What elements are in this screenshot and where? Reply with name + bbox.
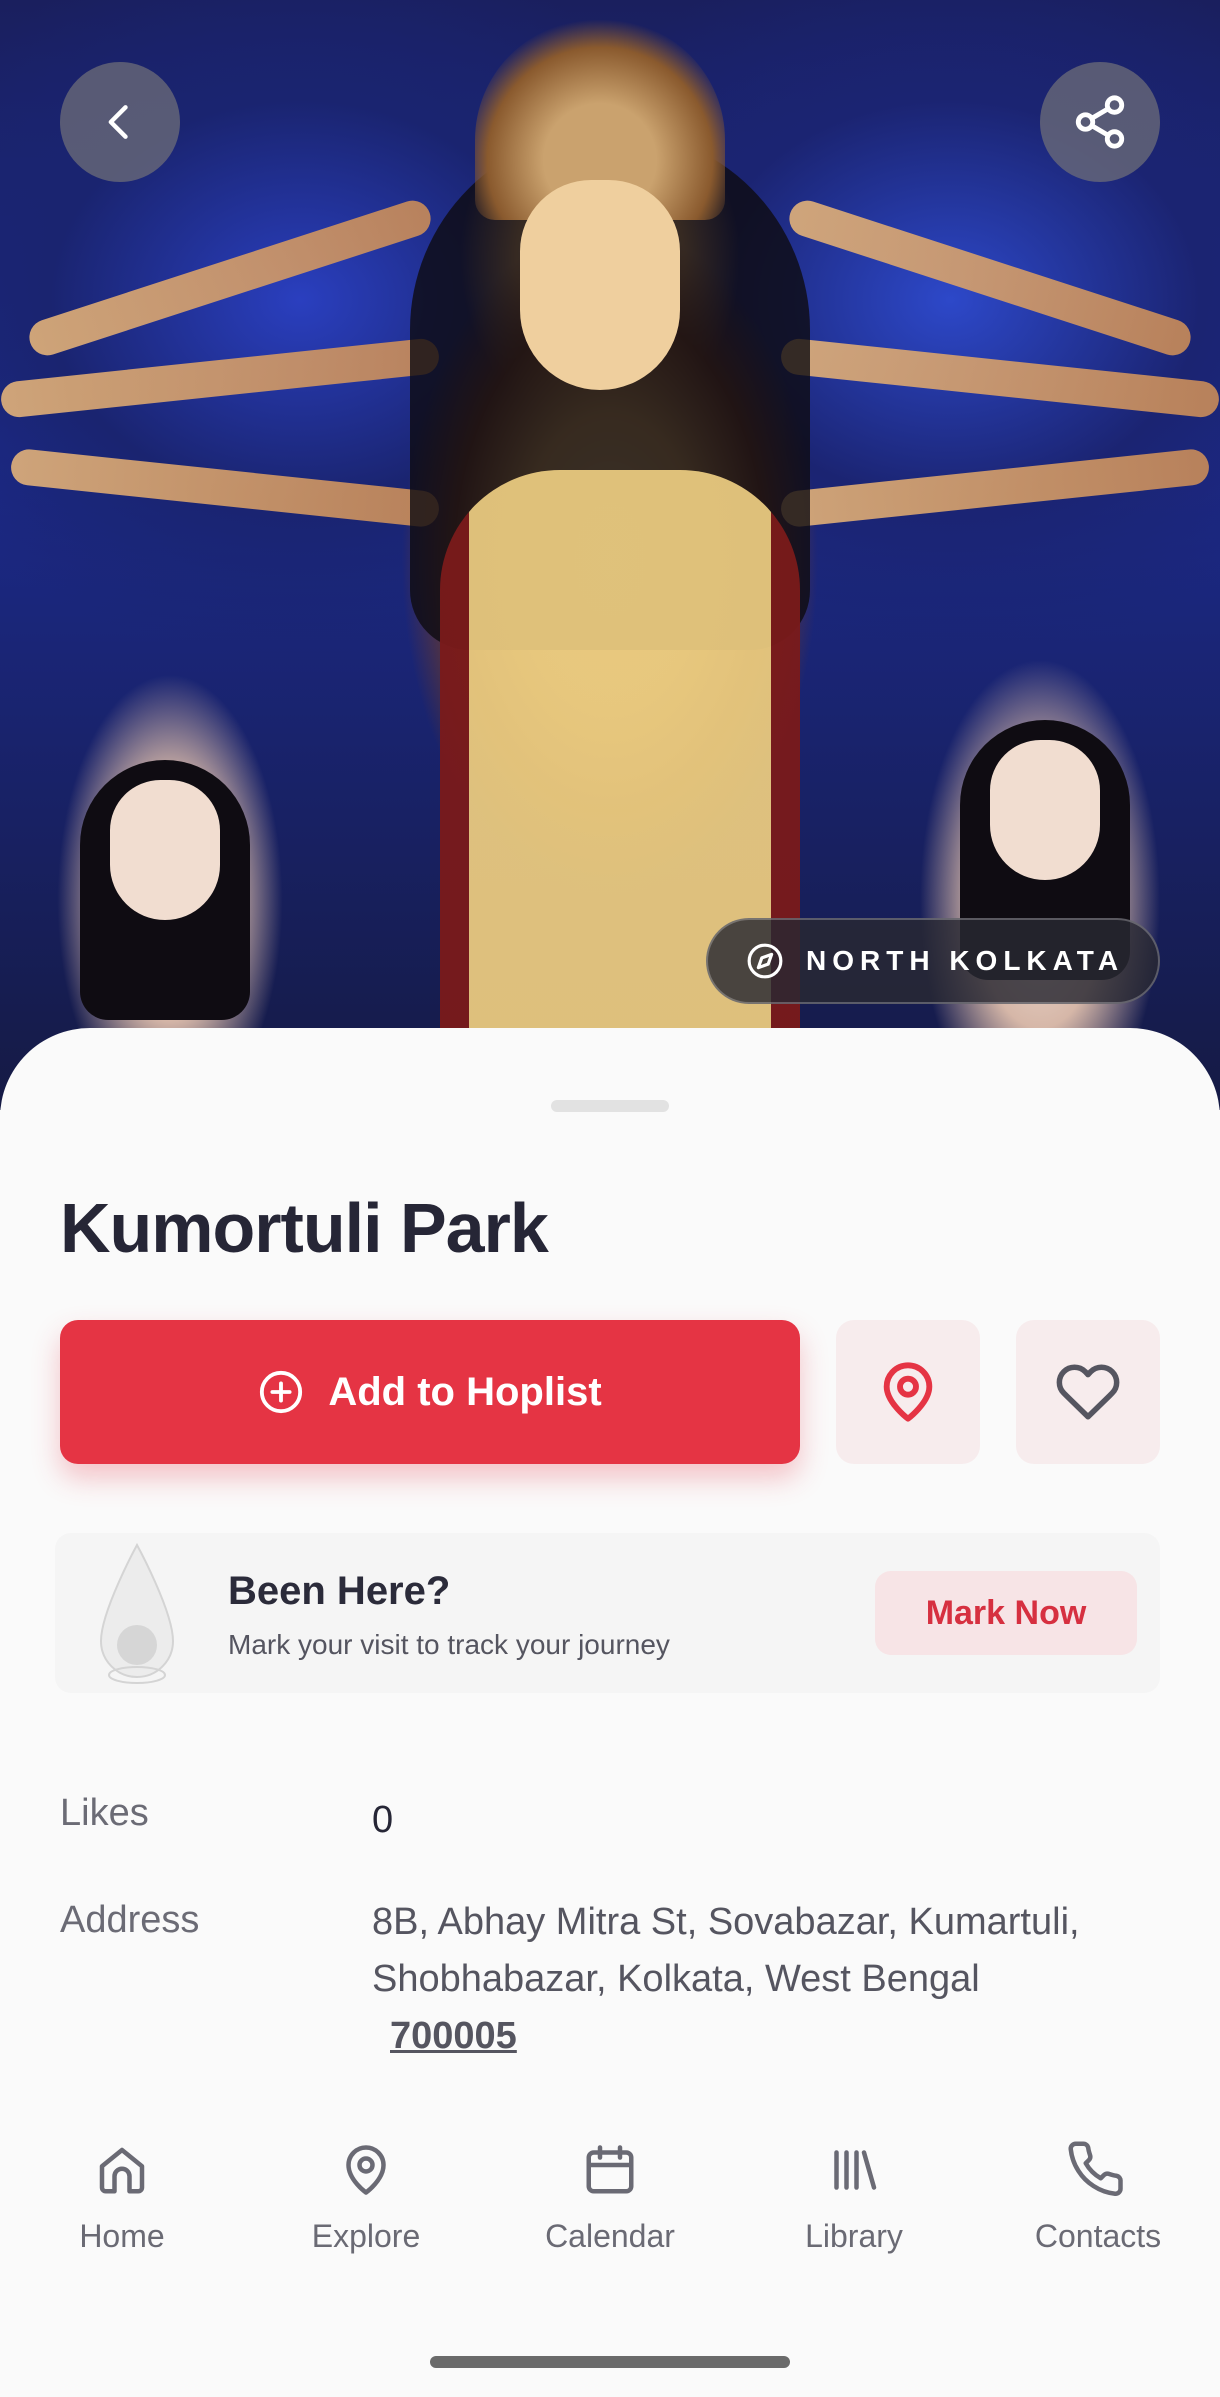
address-value: 8B, Abhay Mitra St, Sovabazar, Kumartuli… (372, 1894, 1172, 2065)
share-button[interactable] (1040, 62, 1160, 182)
home-icon (99, 2147, 145, 2194)
nav-item-calendar[interactable]: Calendar (488, 2140, 732, 2290)
library-icon (834, 2150, 877, 2190)
hero-image: NORTH KOLKATA (0, 0, 1220, 1110)
nav-item-contacts[interactable]: Contacts (976, 2140, 1220, 2290)
region-label: NORTH KOLKATA (806, 945, 1125, 976)
nav-item-home[interactable]: Home (0, 2140, 244, 2290)
been-here-card: Been Here? Mark your visit to track your… (55, 1533, 1160, 1693)
compass-icon (747, 943, 783, 979)
been-here-subtitle: Mark your visit to track your journey (228, 1629, 670, 1660)
phone-icon (1068, 2141, 1123, 2196)
location-button[interactable] (836, 1320, 980, 1464)
bottom-nav: Home Explore Calendar Library Contacts (0, 2140, 1220, 2290)
nav-label-explore: Explore (311, 2218, 421, 2254)
favorite-button[interactable] (1016, 1320, 1160, 1464)
region-badge: NORTH KOLKATA (706, 918, 1160, 1004)
address-text: 8B, Abhay Mitra St, Sovabazar, Kumartuli… (372, 1901, 1080, 2000)
address-label: Address (60, 1899, 200, 1941)
nav-item-library[interactable]: Library (732, 2140, 976, 2290)
page-title: Kumortuli Park (60, 1189, 549, 1267)
been-here-title: Been Here? (228, 1569, 451, 1613)
map-pin-icon (346, 2145, 386, 2195)
calendar-icon (586, 2145, 634, 2194)
mark-now-button[interactable]: Mark Now (875, 1571, 1137, 1655)
sheet-drag-handle[interactable] (551, 1100, 669, 1112)
drop-icon (99, 1542, 175, 1684)
likes-value: 0 (372, 1799, 394, 1841)
back-button[interactable] (60, 62, 180, 182)
nav-label-contacts: Contacts (1034, 2218, 1162, 2254)
nav-label-library: Library (805, 2218, 903, 2254)
add-to-hoplist-label: Add to Hoplist (328, 1369, 602, 1414)
address-pincode: 700005 (390, 2015, 517, 2057)
heart-icon (1056, 1364, 1120, 1420)
nav-label-calendar: Calendar (545, 2218, 675, 2254)
chevron-left-icon (108, 105, 128, 139)
map-pin-icon (883, 1362, 933, 1422)
share-icon (1075, 95, 1125, 149)
home-indicator (430, 2356, 790, 2368)
add-to-hoplist-button[interactable]: Add to Hoplist (60, 1320, 800, 1464)
nav-item-explore[interactable]: Explore (244, 2140, 488, 2290)
plus-circle-icon (260, 1370, 303, 1414)
likes-label: Likes (60, 1792, 149, 1834)
nav-label-home: Home (79, 2218, 165, 2254)
